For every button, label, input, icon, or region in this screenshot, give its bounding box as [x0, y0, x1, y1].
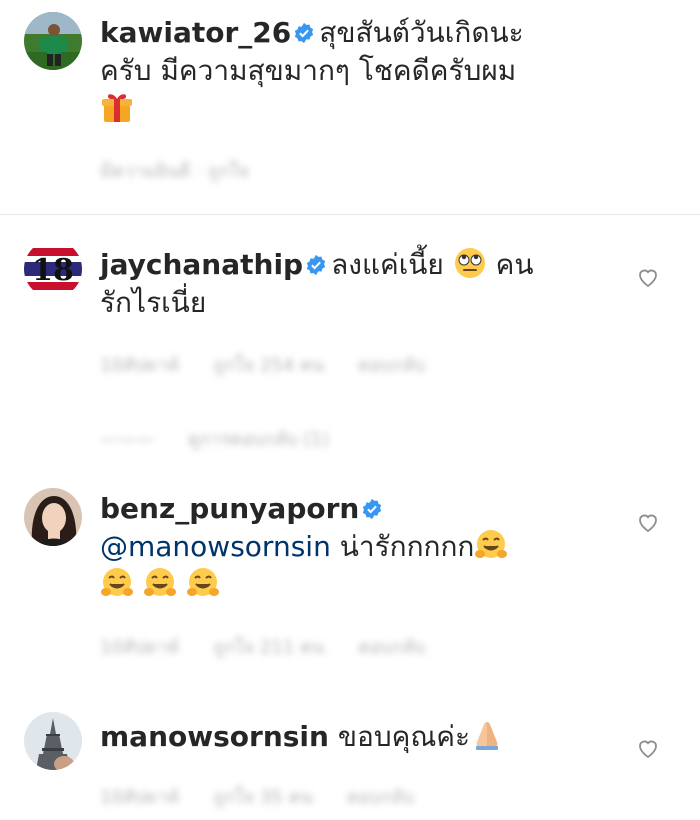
avatar-jaychanathip[interactable]: 18 — [24, 240, 82, 298]
hugging-face-icon — [100, 566, 134, 600]
comment-likes[interactable]: ถูกใจ 211 คน — [213, 637, 324, 658]
verified-badge-icon — [305, 254, 327, 276]
divider — [0, 214, 700, 215]
comment-text-2: คน — [495, 248, 534, 281]
comment-time: 10สัปดาห์ — [100, 787, 179, 808]
folded-hands-icon — [470, 718, 504, 752]
reply-button[interactable]: ตอบกลับ — [358, 355, 425, 376]
comment-meta: 10สัปดาห์ ถูกใจ 211 คน ตอบกลับ — [100, 632, 460, 661]
comment-meta: 10สัปดาห์ ถูกใจ 254 คน ตอบกลับ — [100, 350, 460, 379]
comment-text: ลงแค่เนี้ย — [331, 248, 444, 281]
comment-body: benz_punyaporn @manowsornsin น่ารักกกกก — [100, 490, 640, 604]
caption-text: สุขสันต์วันเกิดนะ — [319, 16, 524, 49]
face-with-rolling-eyes-icon — [453, 246, 487, 280]
comment-text: น่ารักกกกก — [339, 530, 475, 563]
username[interactable]: manowsornsin — [100, 720, 329, 753]
view-replies-toggle[interactable]: ——— ดูการตอบกลับ (1) — [100, 424, 363, 453]
verified-badge-icon — [361, 498, 383, 520]
comment-likes[interactable]: ถูกใจ 35 คน — [213, 787, 313, 808]
caption-text-2: ครับ มีความสุขมากๆ โชคดีครับผม — [100, 54, 517, 87]
hugging-face-icon — [186, 566, 220, 600]
gift-emoji-icon — [100, 90, 134, 124]
hugging-face-icon — [474, 528, 508, 562]
comment-body: jaychanathip ลงแค่เนี้ย คน รักไรเนี่ย — [100, 246, 640, 322]
reply-button[interactable]: ตอบกลับ — [358, 637, 425, 658]
comment-likes[interactable]: ถูกใจ 254 คน — [213, 355, 324, 376]
reply-button[interactable]: ตอบกลับ — [347, 787, 414, 808]
like-heart-icon[interactable] — [636, 736, 660, 760]
username[interactable]: kawiator_26 — [100, 16, 291, 49]
comment-time: 10สัปดาห์ — [100, 355, 179, 376]
verified-badge-icon — [293, 22, 315, 44]
avatar-kawiator[interactable] — [24, 12, 82, 70]
comment-text: ขอบคุณค่ะ — [337, 720, 471, 753]
comment-time: 10สัปดาห์ — [100, 637, 179, 658]
comment-meta: 10สัปดาห์ ถูกใจ 35 คน ตอบกลับ — [100, 782, 448, 811]
hugging-face-icon — [143, 566, 177, 600]
username[interactable]: benz_punyaporn — [100, 492, 359, 525]
caption-meta: มีความยินดี · ถูกใจ — [100, 161, 249, 182]
avatar-manowsornsin[interactable] — [24, 712, 82, 770]
caption-body: kawiator_26 สุขสันต์วันเกิดนะ ครับ มีความ… — [100, 14, 640, 128]
username[interactable]: jaychanathip — [100, 248, 303, 281]
comment-text-3: รักไรเนี่ย — [100, 286, 207, 319]
avatar-benz[interactable] — [24, 488, 82, 546]
svg-text:18: 18 — [32, 253, 74, 288]
like-heart-icon[interactable] — [636, 265, 660, 289]
comment-body: manowsornsin ขอบคุณค่ะ — [100, 718, 640, 756]
mention-link[interactable]: @manowsornsin — [100, 530, 331, 563]
like-heart-icon[interactable] — [636, 510, 660, 534]
